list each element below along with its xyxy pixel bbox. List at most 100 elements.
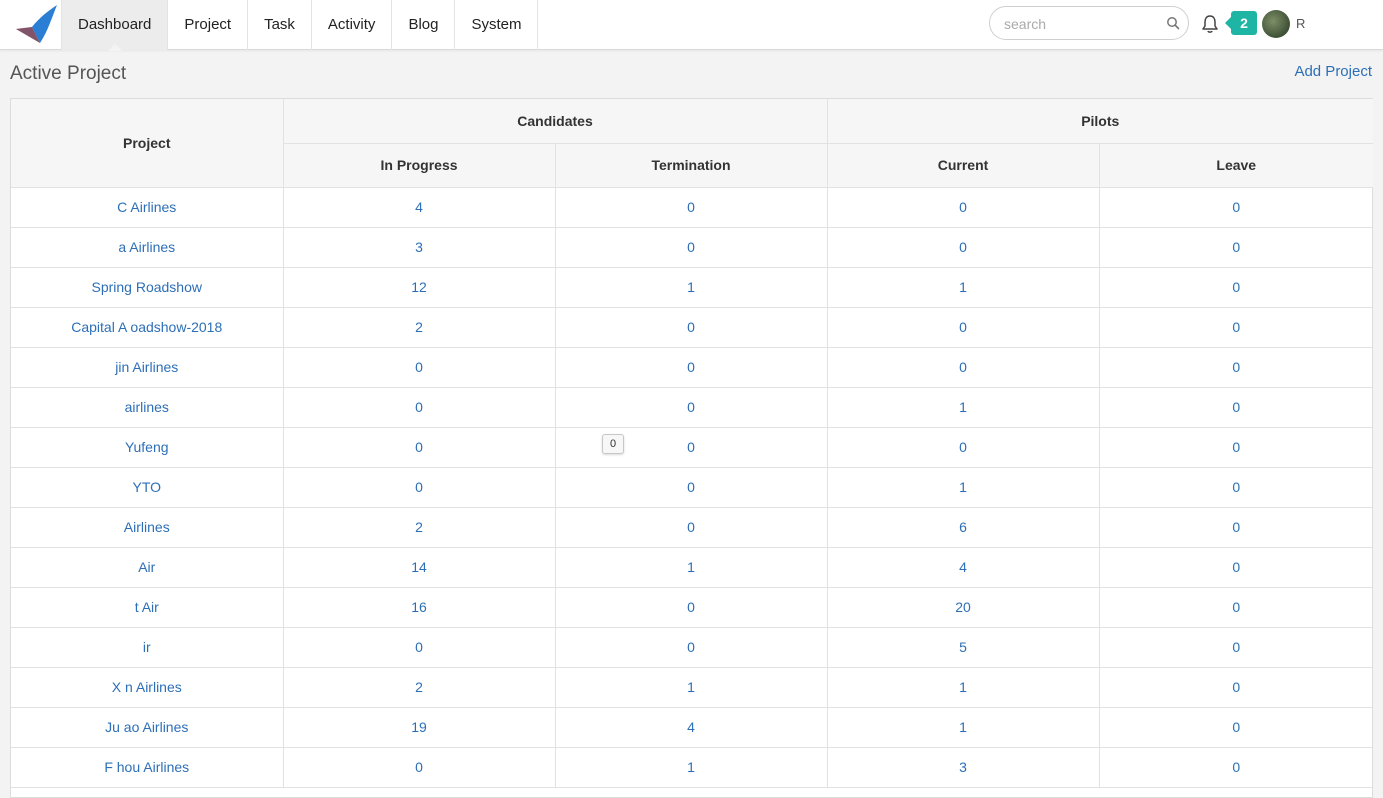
current-count-link[interactable]: 1	[959, 479, 967, 495]
current-count-link[interactable]: 5	[959, 639, 967, 655]
termination-count-link[interactable]: 1	[687, 279, 695, 295]
leave-count-link[interactable]: 0	[1232, 679, 1240, 695]
in-progress-count-link[interactable]: 0	[415, 399, 423, 415]
termination-count-link[interactable]: 0	[687, 519, 695, 535]
current-count-link[interactable]: 4	[959, 559, 967, 575]
notification-badge[interactable]: 2	[1225, 11, 1257, 35]
termination-count-link[interactable]: 0	[687, 319, 695, 335]
termination-count-link[interactable]: 0	[687, 359, 695, 375]
current-count-link[interactable]: 1	[959, 679, 967, 695]
termination-count-link[interactable]: 0	[687, 639, 695, 655]
project-link[interactable]: a Airlines	[118, 239, 175, 255]
cell-termination: 1	[555, 267, 828, 308]
leave-count-link[interactable]: 0	[1232, 599, 1240, 615]
in-progress-count-link[interactable]: 4	[415, 199, 423, 215]
termination-count-link[interactable]: 1	[687, 759, 695, 775]
in-progress-count-link[interactable]: 0	[415, 359, 423, 375]
cell-in-progress: 0	[283, 747, 556, 788]
in-progress-count-link[interactable]: 2	[415, 519, 423, 535]
table-row: ir 0 0 5 0	[11, 627, 1373, 668]
current-count-link[interactable]: 20	[955, 599, 971, 615]
termination-count-link[interactable]: 1	[687, 679, 695, 695]
username-initial: R	[1296, 16, 1306, 31]
termination-count-link[interactable]: 0	[687, 439, 695, 455]
termination-count-link[interactable]: 0	[687, 399, 695, 415]
in-progress-count-link[interactable]: 16	[411, 599, 427, 615]
project-link[interactable]: YTO	[132, 479, 161, 495]
project-link[interactable]: C Airlines	[117, 199, 176, 215]
leave-count-link[interactable]: 0	[1232, 519, 1240, 535]
project-link[interactable]: F hou Airlines	[104, 759, 189, 775]
project-link[interactable]: X n Airlines	[112, 679, 182, 695]
current-count-link[interactable]: 1	[959, 399, 967, 415]
in-progress-count-link[interactable]: 0	[415, 759, 423, 775]
in-progress-count-link[interactable]: 0	[415, 479, 423, 495]
cell-in-progress: 2	[283, 307, 556, 348]
cell-in-progress: 2	[283, 507, 556, 548]
in-progress-count-link[interactable]: 0	[415, 439, 423, 455]
project-link[interactable]: airlines	[125, 399, 169, 415]
termination-count-link[interactable]: 0	[687, 599, 695, 615]
project-link[interactable]: Air	[138, 559, 155, 575]
termination-count-link[interactable]: 4	[687, 719, 695, 735]
cell-current: 0	[827, 227, 1100, 268]
nav-project[interactable]: Project	[168, 0, 249, 50]
in-progress-count-link[interactable]: 12	[411, 279, 427, 295]
current-count-link[interactable]: 1	[959, 279, 967, 295]
leave-count-link[interactable]: 0	[1232, 439, 1240, 455]
search-icon[interactable]	[1166, 16, 1180, 30]
avatar[interactable]	[1262, 10, 1290, 38]
leave-count-link[interactable]: 0	[1232, 359, 1240, 375]
cell-project: Yufeng	[11, 427, 284, 468]
current-count-link[interactable]: 0	[959, 239, 967, 255]
current-count-link[interactable]: 3	[959, 759, 967, 775]
in-progress-count-link[interactable]: 14	[411, 559, 427, 575]
leave-count-link[interactable]: 0	[1232, 759, 1240, 775]
leave-count-link[interactable]: 0	[1232, 639, 1240, 655]
nav-dashboard[interactable]: Dashboard	[61, 0, 169, 51]
termination-count-link[interactable]: 0	[687, 479, 695, 495]
leave-count-link[interactable]: 0	[1232, 199, 1240, 215]
username[interactable]: R	[1296, 16, 1362, 32]
nav-task[interactable]: Task	[248, 0, 312, 50]
current-count-link[interactable]: 6	[959, 519, 967, 535]
leave-count-link[interactable]: 0	[1232, 319, 1240, 335]
project-link[interactable]: Capital A oadshow-2018	[71, 319, 222, 335]
project-link[interactable]: Yufeng	[125, 439, 169, 455]
in-progress-count-link[interactable]: 3	[415, 239, 423, 255]
cell-current: 3	[827, 747, 1100, 788]
search-input[interactable]	[1002, 14, 1162, 34]
project-link[interactable]: t Air	[135, 599, 159, 615]
table-row: Capital A oadshow-2018 2 0 0 0	[11, 307, 1373, 348]
app-logo-icon[interactable]	[12, 3, 60, 47]
leave-count-link[interactable]: 0	[1232, 279, 1240, 295]
project-link[interactable]: Ju ao Airlines	[105, 719, 188, 735]
cell-in-progress: 0	[283, 467, 556, 508]
project-link[interactable]: Airlines	[124, 519, 170, 535]
termination-count-link[interactable]: 1	[687, 559, 695, 575]
in-progress-count-link[interactable]: 0	[415, 639, 423, 655]
in-progress-count-link[interactable]: 2	[415, 319, 423, 335]
leave-count-link[interactable]: 0	[1232, 239, 1240, 255]
current-count-link[interactable]: 1	[959, 719, 967, 735]
leave-count-link[interactable]: 0	[1232, 479, 1240, 495]
project-link[interactable]: jin Airlines	[115, 359, 178, 375]
termination-count-link[interactable]: 0	[687, 199, 695, 215]
leave-count-link[interactable]: 0	[1232, 719, 1240, 735]
in-progress-count-link[interactable]: 19	[411, 719, 427, 735]
project-link[interactable]: ir	[143, 639, 151, 655]
project-link[interactable]: Spring Roadshow	[91, 279, 202, 295]
bell-icon[interactable]	[1201, 14, 1219, 34]
in-progress-count-link[interactable]: 2	[415, 679, 423, 695]
termination-count-link[interactable]: 0	[687, 239, 695, 255]
current-count-link[interactable]: 0	[959, 439, 967, 455]
nav-activity[interactable]: Activity	[312, 0, 393, 50]
nav-system[interactable]: System	[455, 0, 539, 50]
add-project-link[interactable]: Add Project	[1294, 63, 1372, 80]
current-count-link[interactable]: 0	[959, 319, 967, 335]
nav-blog[interactable]: Blog	[392, 0, 456, 50]
leave-count-link[interactable]: 0	[1232, 399, 1240, 415]
current-count-link[interactable]: 0	[959, 359, 967, 375]
leave-count-link[interactable]: 0	[1232, 559, 1240, 575]
current-count-link[interactable]: 0	[959, 199, 967, 215]
